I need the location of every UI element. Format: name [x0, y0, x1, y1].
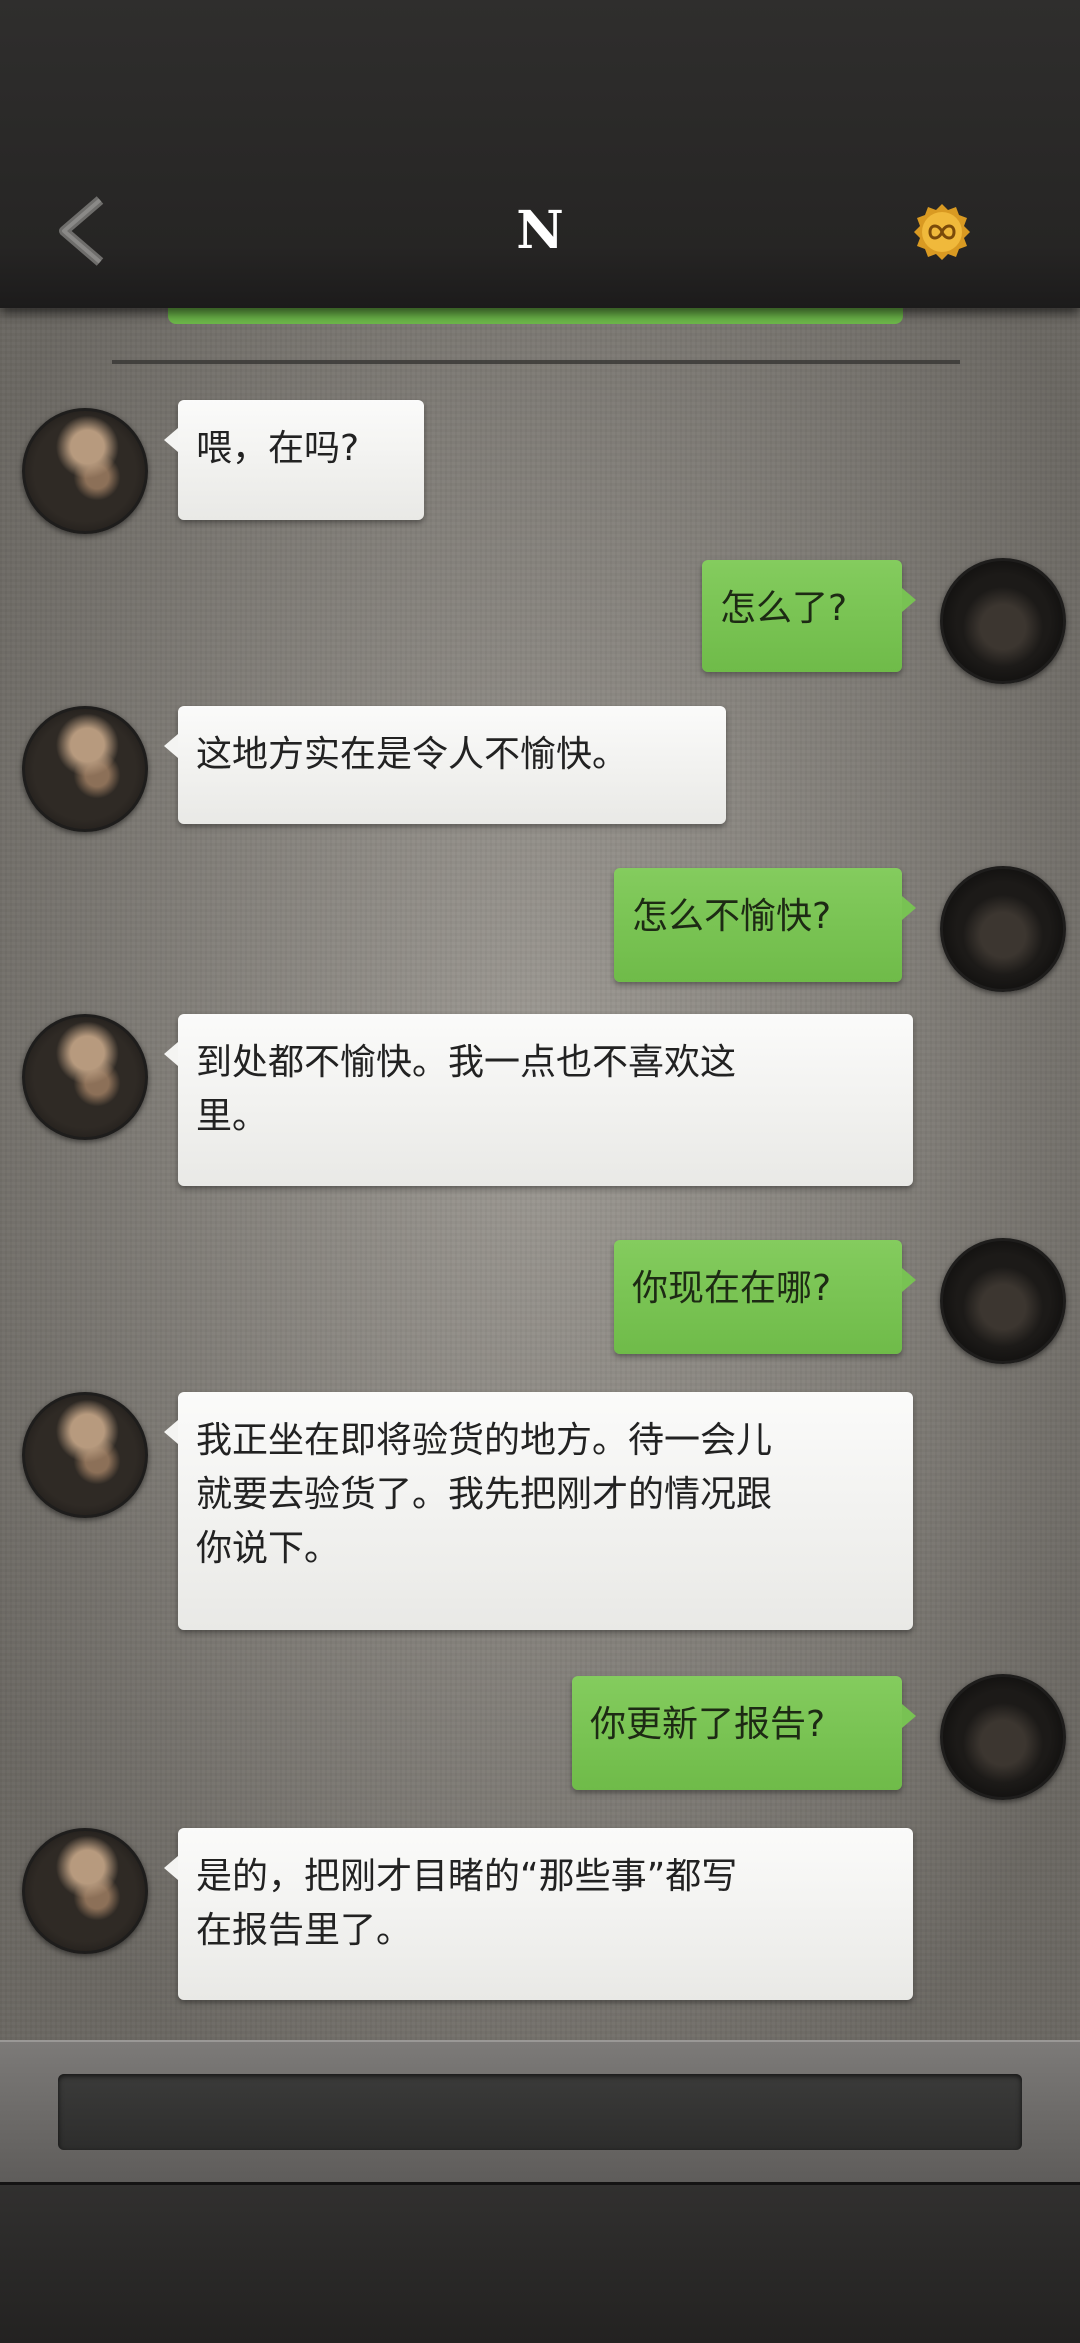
contact-avatar[interactable]: [22, 1828, 148, 1954]
contact-avatar[interactable]: [22, 1392, 148, 1518]
outgoing-bubble: 怎么不愉快?: [614, 868, 916, 982]
user-avatar[interactable]: [940, 558, 1066, 684]
message-input[interactable]: [58, 2074, 1022, 2150]
incoming-bubble: 到处都不愉快。我一点也不喜欢这 里。: [164, 1014, 913, 1186]
infinity-coin-button[interactable]: [912, 202, 972, 262]
user-avatar[interactable]: [940, 1674, 1066, 1800]
outgoing-bubble: 怎么了?: [702, 560, 916, 672]
previous-message-edge: [168, 308, 903, 324]
contact-avatar[interactable]: [22, 408, 148, 534]
user-avatar[interactable]: [940, 866, 1066, 992]
composer-bar: [0, 2040, 1080, 2184]
contact-avatar[interactable]: [22, 706, 148, 832]
incoming-bubble: 这地方实在是令人不愉快。: [164, 706, 726, 824]
user-avatar[interactable]: [940, 1238, 1066, 1364]
outgoing-bubble: 你更新了报告?: [572, 1676, 916, 1790]
top-bar: N: [0, 0, 1080, 308]
bottom-panel: [0, 2182, 1080, 2343]
chat-area[interactable]: 喂，在吗? 怎么了? 这地方实在是令人不愉快。 怎么不愉快? 到处都不愉快。我一…: [0, 308, 1080, 2040]
divider-line: [112, 360, 960, 364]
infinity-coin-icon: [914, 204, 970, 260]
incoming-bubble: 喂，在吗?: [164, 400, 424, 520]
incoming-bubble: 是的，把刚才目睹的“那些事”都写 在报告里了。: [164, 1828, 913, 2000]
incoming-bubble: 我正坐在即将验货的地方。待一会儿 就要去验货了。我先把刚才的情况跟 你说下。: [164, 1392, 913, 1630]
contact-avatar[interactable]: [22, 1014, 148, 1140]
outgoing-bubble: 你现在在哪?: [614, 1240, 916, 1354]
